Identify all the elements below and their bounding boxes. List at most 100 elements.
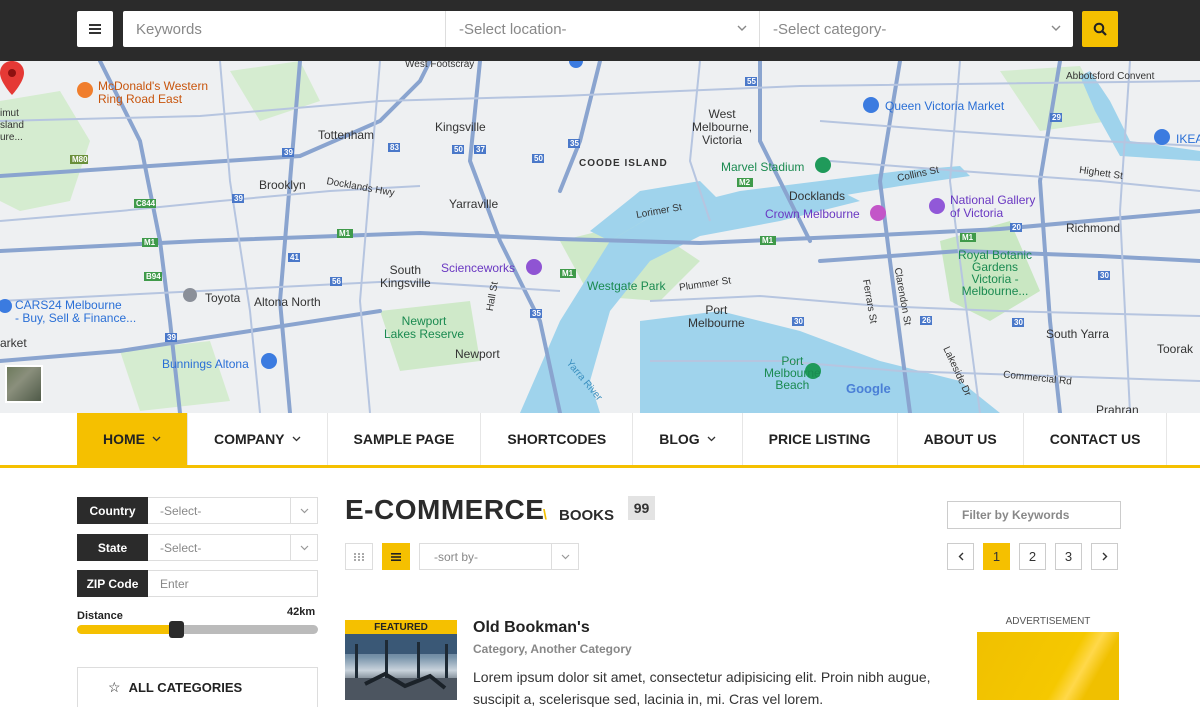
listing-categories[interactable]: Category, Another Category xyxy=(473,642,632,656)
svg-text:50: 50 xyxy=(454,145,463,154)
svg-text:35: 35 xyxy=(570,139,579,148)
svg-text:39: 39 xyxy=(234,194,243,203)
map-label-scienceworks: Scienceworks xyxy=(441,261,516,275)
nav-item-shortcodes[interactable]: SHORTCODES xyxy=(481,413,634,465)
map-label-arket: arket xyxy=(0,336,27,350)
map-label-abbotsford: Abbotsford Convent xyxy=(1066,71,1155,82)
distance-slider[interactable] xyxy=(77,621,318,638)
map-label-crown-melbourne: Crown Melbourne xyxy=(765,207,860,221)
location-pin-icon[interactable] xyxy=(0,61,24,95)
svg-text:37: 37 xyxy=(476,145,485,154)
country-filter: Country -Select- xyxy=(77,497,318,524)
sort-select[interactable]: -sort by- xyxy=(419,543,579,570)
nav-item-label: COMPANY xyxy=(214,431,285,447)
svg-text:M1: M1 xyxy=(962,233,974,242)
map-label-cars24: CARS24 Melbourne - Buy, Sell & Finance..… xyxy=(15,298,137,325)
main-nav: HOME COMPANY SAMPLE PAGE SHORTCODES BLOG PRIC… xyxy=(0,413,1200,468)
svg-text:M1: M1 xyxy=(339,229,351,238)
menu-button[interactable] xyxy=(77,11,113,47)
distance-slider-handle[interactable] xyxy=(168,621,184,638)
grid-view-button[interactable] xyxy=(345,543,373,570)
map-label-altona-north: Altona North xyxy=(254,295,321,309)
nav-item-blog[interactable]: BLOG xyxy=(633,413,743,465)
svg-text:39: 39 xyxy=(167,333,176,342)
svg-text:M80: M80 xyxy=(72,155,88,164)
subcategory-title: BOOKS xyxy=(559,507,615,524)
nav-item-company[interactable]: COMPANY xyxy=(188,413,328,465)
svg-text:C844: C844 xyxy=(136,199,156,208)
next-page-button[interactable] xyxy=(1091,543,1118,570)
svg-text:20: 20 xyxy=(1012,223,1021,232)
filter-keywords-input[interactable]: Filter by Keywords xyxy=(947,501,1121,529)
map-label-ngv: National Gallery of Victoria xyxy=(950,193,1036,220)
keywords-input[interactable]: Keywords xyxy=(123,11,446,47)
search-button[interactable] xyxy=(1082,11,1118,47)
map-label-mcdonalds: McDonald's Western Ring Road East xyxy=(98,79,209,106)
svg-text:30: 30 xyxy=(1100,271,1109,280)
state-select[interactable]: -Select- xyxy=(148,534,318,561)
satellite-toggle[interactable] xyxy=(5,365,43,403)
chevron-down-icon xyxy=(290,498,317,523)
chevron-down-icon xyxy=(290,535,317,560)
nav-item-contact-us[interactable]: CONTACT US xyxy=(1024,413,1168,465)
listing-description: Lorem ipsum dolor sit amet, consectetur … xyxy=(473,669,931,707)
nav-item-about-us[interactable]: ABOUT US xyxy=(898,413,1024,465)
grid-icon xyxy=(354,552,364,561)
category-select[interactable]: -Select category- xyxy=(760,11,1073,47)
country-select[interactable]: -Select- xyxy=(148,497,318,524)
all-categories-header[interactable]: ☆ ALL CATEGORIES xyxy=(77,667,318,707)
google-logo: Google xyxy=(846,381,891,396)
nav-item-label: SAMPLE PAGE xyxy=(353,431,455,447)
listing-image[interactable] xyxy=(345,634,457,700)
zip-filter: ZIP Code Enter xyxy=(77,570,318,597)
map-label-west-footscray: West Footscray xyxy=(405,61,475,70)
svg-text:83: 83 xyxy=(390,143,399,152)
zip-label: ZIP Code xyxy=(77,570,148,597)
list-view-button[interactable] xyxy=(382,543,410,570)
nav-item-label: CONTACT US xyxy=(1049,431,1141,447)
map-label-imut: imut sland ure... xyxy=(0,108,24,143)
listing-title[interactable]: Old Bookman's xyxy=(473,619,590,637)
svg-text:B94: B94 xyxy=(146,272,161,281)
state-filter: State -Select- xyxy=(77,534,318,561)
nav-item-price-listing[interactable]: PRICE LISTING xyxy=(743,413,898,465)
map-label-yarraville: Yarraville xyxy=(449,197,499,211)
chevron-down-icon xyxy=(707,434,716,445)
distance-value: 42km xyxy=(287,606,316,618)
page-title: E-COMMERCE xyxy=(345,494,545,525)
map-label-brooklyn: Brooklyn xyxy=(259,178,306,192)
nav-item-label: BLOG xyxy=(659,431,700,447)
nav-item-label: ABOUT US xyxy=(923,431,997,447)
map-label-toorak: Toorak xyxy=(1157,342,1194,356)
map-label-prahran: Prahran xyxy=(1096,403,1139,413)
map-label-docklands: Docklands xyxy=(789,189,846,203)
map-label-kingsville: Kingsville xyxy=(435,120,486,134)
svg-text:35: 35 xyxy=(532,309,541,318)
map-label-royal-botanic: Royal Botanic Gardens Victoria - Melbour… xyxy=(958,248,1033,298)
svg-text:41: 41 xyxy=(290,253,299,262)
page-button-2[interactable]: 2 xyxy=(1019,543,1046,570)
nav-item-home[interactable]: HOME xyxy=(77,413,188,465)
distance-label: Distance xyxy=(77,610,123,622)
svg-text:29: 29 xyxy=(1052,113,1061,122)
chevron-down-icon xyxy=(292,434,301,445)
map-label-bunnings: Bunnings Altona xyxy=(162,357,249,371)
page-button-3[interactable]: 3 xyxy=(1055,543,1082,570)
svg-text:50: 50 xyxy=(534,154,543,163)
nav-item-label: SHORTCODES xyxy=(507,431,607,447)
page-button-1[interactable]: 1 xyxy=(983,543,1010,570)
top-search-bar: Keywords -Select location- -Select categ… xyxy=(0,0,1200,61)
listing-count-badge: 99 xyxy=(628,496,655,520)
featured-badge: FEATURED xyxy=(345,620,457,634)
nav-item-sample-page[interactable]: SAMPLE PAGE xyxy=(328,413,482,465)
zip-input[interactable]: Enter xyxy=(148,570,318,597)
nav-item-label: HOME xyxy=(103,431,145,447)
location-select[interactable]: -Select location- xyxy=(446,11,760,47)
svg-text:56: 56 xyxy=(332,277,341,286)
prev-page-button[interactable] xyxy=(947,543,974,570)
chevron-down-icon xyxy=(1051,25,1061,31)
chevron-down-icon xyxy=(737,25,747,31)
map-label-ikea: IKEA xyxy=(1176,132,1200,146)
map[interactable]: 83 39 39 50 37 50 35 41 56 35 39 55 30 2… xyxy=(0,61,1200,413)
advertisement-banner[interactable] xyxy=(977,632,1119,700)
